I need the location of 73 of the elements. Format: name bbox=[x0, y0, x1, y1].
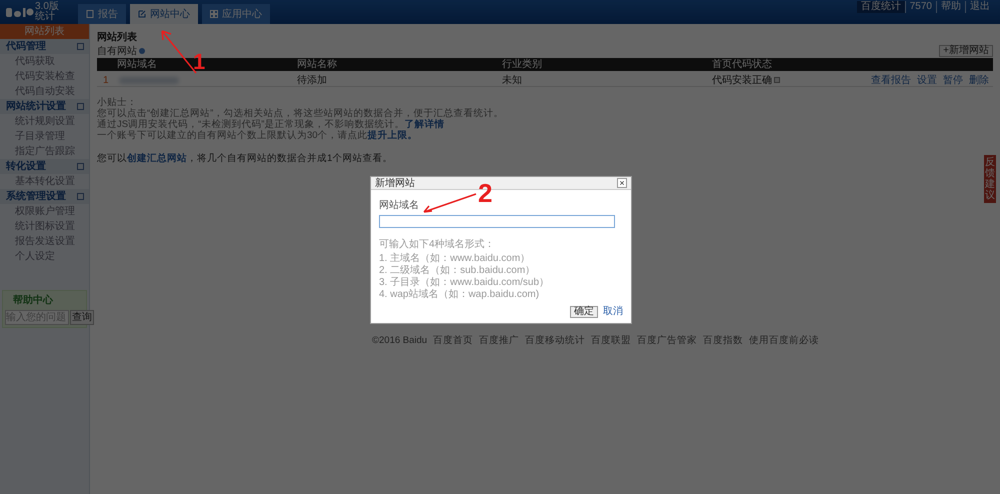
action-link[interactable]: 查看报告 bbox=[871, 72, 911, 88]
cancel-link[interactable]: 取消 bbox=[603, 304, 623, 319]
footer-link[interactable]: 百度联盟 bbox=[591, 334, 632, 348]
footer-link[interactable]: 百度推广 bbox=[479, 334, 520, 348]
collapse-icon bbox=[77, 43, 84, 50]
tab[interactable]: 报告 bbox=[78, 4, 126, 24]
tip-text: 您可以点击“创建汇总网站”，勾选相关站点，将这些站网站的数据合并，便于汇总查看统计。 bbox=[97, 108, 504, 119]
version-label: 3.0版 bbox=[35, 2, 59, 12]
collapse-icon bbox=[77, 163, 84, 170]
sidebar-item[interactable]: 网站列表 bbox=[0, 24, 89, 39]
tip-text: 一个账号下可以建立的自有网站个数上限默认为30个，请点此 bbox=[97, 130, 368, 141]
hint-text: 3. 子目录（如：www.baidu.com/sub） bbox=[379, 277, 550, 288]
annotation-number: 2 bbox=[478, 180, 492, 206]
hint-text: 2. 二级域名（如：sub.baidu.com） bbox=[379, 265, 536, 276]
feedback-tab[interactable]: 反馈建议 bbox=[984, 155, 996, 203]
domain-input-field[interactable] bbox=[379, 215, 615, 228]
help-icon bbox=[139, 48, 145, 54]
footer-link[interactable]: 百度广告管家 bbox=[637, 334, 698, 348]
hint-text: 1. 主域名（如：www.baidu.com） bbox=[379, 253, 532, 264]
header-link[interactable]: 7570 bbox=[904, 1, 936, 13]
footer-link[interactable]: 百度首页 bbox=[433, 334, 474, 348]
summary-link[interactable]: 创建汇总网站 bbox=[127, 153, 187, 164]
arrow-annotation bbox=[422, 192, 477, 214]
collapse-icon bbox=[77, 193, 84, 200]
ok-button[interactable]: 确定 bbox=[570, 306, 598, 318]
table-cell-text: 待添加 bbox=[297, 74, 328, 88]
edit-icon bbox=[138, 10, 146, 18]
header-link[interactable]: 帮助 bbox=[936, 1, 965, 13]
table-cell-text: 代码安装正确 bbox=[712, 74, 772, 88]
tab[interactable]: 网站中心 bbox=[130, 4, 198, 24]
column-header: 网站域名 bbox=[117, 59, 157, 70]
section-title: 自有网站 bbox=[97, 44, 137, 58]
annotation-number: 1 bbox=[193, 51, 206, 73]
column-header: 网站名称 bbox=[297, 59, 337, 70]
search-button[interactable]: 查询 bbox=[70, 310, 94, 325]
page-title: 网站列表 bbox=[97, 30, 138, 44]
action-link[interactable]: 暂停 bbox=[943, 72, 963, 88]
dialog-title: 新增网站 bbox=[375, 176, 415, 190]
column-header: 首页代码状态 bbox=[712, 59, 772, 70]
sidebar-section-title: 网站统计设置 bbox=[6, 100, 66, 114]
collapse-icon bbox=[77, 103, 84, 110]
summary-text: 您可以 bbox=[97, 153, 127, 164]
sidebar-section-title: 转化设置 bbox=[6, 160, 46, 174]
action-link[interactable]: 删除 bbox=[969, 72, 989, 88]
summary-text: ，将几个自有网站的数据合并成1个网站查看。 bbox=[187, 153, 392, 164]
footer-link[interactable]: 百度指数 bbox=[703, 334, 744, 348]
document-icon bbox=[86, 10, 94, 18]
tip-link[interactable]: 了解详情 bbox=[404, 119, 444, 130]
help-title: 帮助中心 bbox=[12, 293, 54, 308]
copyright-text: ©2016 Baidu bbox=[372, 334, 428, 348]
tip-link[interactable]: 提升上限。 bbox=[368, 130, 418, 141]
copy-icon bbox=[774, 77, 780, 83]
footer-link[interactable]: 百度移动统计 bbox=[525, 334, 586, 348]
sidebar-section-title: 系统管理设置 bbox=[6, 190, 66, 204]
column-header: 行业类别 bbox=[502, 59, 542, 70]
action-link[interactable]: 设置 bbox=[917, 72, 937, 88]
table-cell-text: 未知 bbox=[502, 74, 523, 88]
hint-title: 可输入如下4种域名形式： bbox=[379, 238, 496, 252]
sidebar-section-title: 代码管理 bbox=[6, 40, 46, 54]
header-link[interactable]: 退出 bbox=[965, 1, 994, 13]
close-button[interactable]: × bbox=[617, 178, 627, 188]
grid-icon bbox=[210, 10, 218, 18]
logo-icon bbox=[6, 6, 34, 18]
tip-text: 通过JS调用安装代码，“未检测到代码”是正常现象，不影响数据统计。 bbox=[97, 119, 404, 130]
header-link[interactable]: 百度统计 bbox=[856, 1, 905, 13]
add-site-button[interactable]: +新增网站 bbox=[939, 45, 993, 57]
tab[interactable]: 应用中心 bbox=[202, 4, 270, 24]
footer-link[interactable]: 使用百度前必读 bbox=[749, 334, 820, 348]
tips-title: 小贴士： bbox=[97, 97, 138, 108]
row-number: 1 bbox=[103, 74, 109, 88]
logo-text: 统计 bbox=[35, 12, 56, 22]
hint-text: 4. wap站域名（如：wap.baidu.com) bbox=[379, 289, 540, 300]
field-label: 网站域名 bbox=[379, 198, 419, 213]
